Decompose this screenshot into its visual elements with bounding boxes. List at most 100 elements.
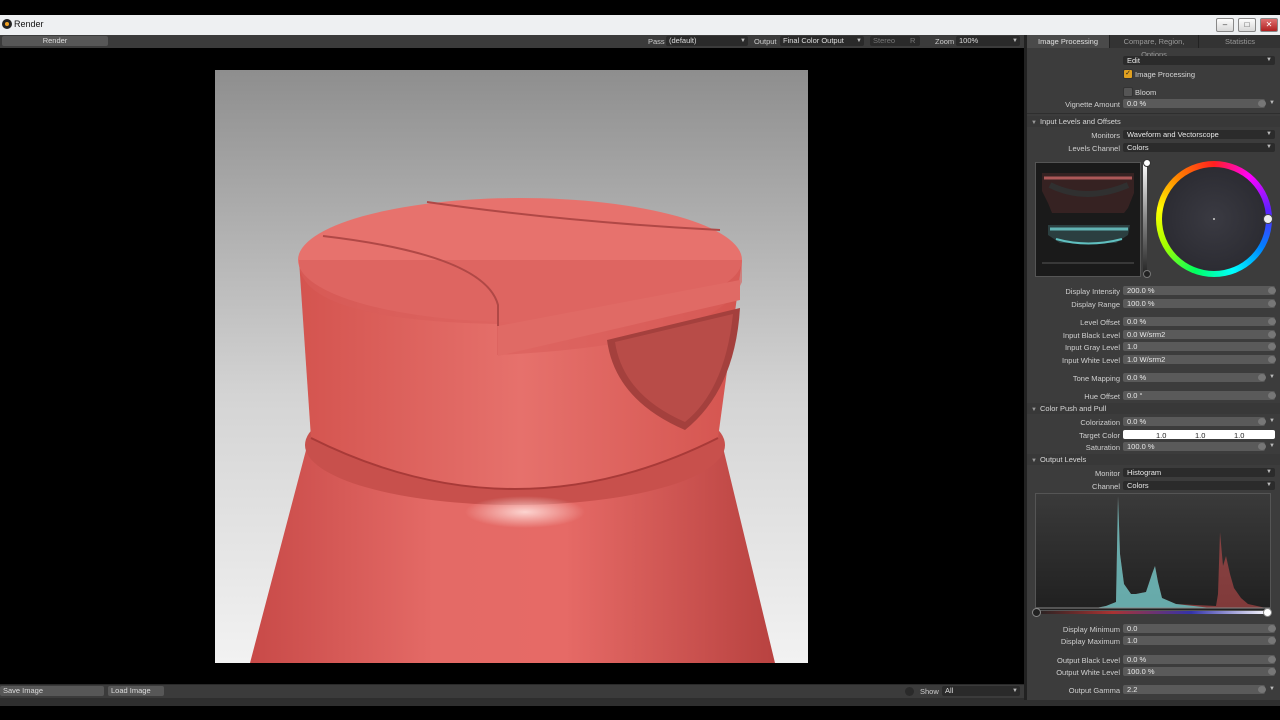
- tab-image-processing[interactable]: Image Processing: [1027, 35, 1110, 48]
- waveform-plot: [1036, 163, 1140, 276]
- colorization-field[interactable]: 0.0 %: [1123, 417, 1265, 426]
- keyframe-icon[interactable]: [1268, 668, 1276, 675]
- tone-mapping-field[interactable]: 0.0 %: [1123, 373, 1265, 382]
- display-maximum-label: Display Maximum: [1060, 637, 1120, 646]
- keyframe-icon[interactable]: [1268, 356, 1276, 363]
- maximize-button[interactable]: □: [1238, 18, 1256, 32]
- section-output-levels[interactable]: ▼ Output Levels: [1027, 454, 1280, 465]
- histogram-monitor: [1035, 493, 1271, 611]
- channel-select[interactable]: Colors ▼: [1123, 481, 1275, 490]
- keyframe-icon[interactable]: [1268, 656, 1276, 663]
- rendered-bottle-cap: [215, 70, 808, 663]
- pass-value: (default): [669, 36, 697, 45]
- keyframe-icon[interactable]: [1268, 331, 1276, 338]
- vignette-amount-field[interactable]: 0.0 %: [1123, 99, 1265, 108]
- zoom-select[interactable]: 100% ▼: [956, 36, 1020, 46]
- slider-handle-icon[interactable]: [1143, 270, 1151, 278]
- level-offset-field[interactable]: 0.0 %: [1123, 317, 1275, 326]
- input-black-level-value: 0.0 W/srm2: [1127, 330, 1166, 339]
- colorization-label: Colorization: [1080, 418, 1120, 427]
- close-button[interactable]: ✕: [1260, 18, 1278, 32]
- slider-handle-icon[interactable]: [1032, 608, 1041, 617]
- collapse-icon: ▼: [1031, 458, 1037, 464]
- input-white-level-field[interactable]: 1.0 W/srm2: [1123, 355, 1275, 364]
- levels-channel-select[interactable]: Colors ▼: [1123, 143, 1275, 152]
- chevron-down-icon[interactable]: ▼: [1268, 442, 1276, 451]
- image-processing-checkbox[interactable]: ✓: [1123, 69, 1133, 79]
- keyframe-icon[interactable]: [1268, 287, 1276, 294]
- section-color-push-pull[interactable]: ▼ Color Push and Pull: [1027, 403, 1280, 414]
- waveform-monitor: [1035, 162, 1141, 277]
- render-toolbar: Render Pass (default) ▼ Output Final Colo…: [0, 35, 1024, 49]
- keyframe-icon[interactable]: [1258, 443, 1266, 450]
- display-minimum-field[interactable]: 0.0: [1123, 624, 1275, 633]
- tab-compare-region-options[interactable]: Compare, Region, Options: [1110, 35, 1199, 59]
- slider-handle-icon[interactable]: [1263, 608, 1272, 617]
- bloom-checkbox[interactable]: [1123, 87, 1133, 97]
- chevron-down-icon[interactable]: ▼: [1268, 685, 1276, 694]
- window-title-bar: Render – □ ✕: [0, 15, 1280, 35]
- keyframe-icon[interactable]: [1258, 100, 1266, 107]
- chevron-down-icon: ▼: [1012, 38, 1018, 44]
- slider-handle-icon[interactable]: [1143, 159, 1151, 167]
- output-gamma-field[interactable]: 2.2: [1123, 685, 1265, 694]
- monitors-value: Waveform and Vectorscope: [1127, 130, 1219, 139]
- output-black-level-field[interactable]: 0.0 %: [1123, 655, 1275, 664]
- keyframe-icon[interactable]: [1258, 374, 1266, 381]
- output-white-level-field[interactable]: 100.0 %: [1123, 667, 1275, 676]
- render-button[interactable]: Render: [2, 36, 108, 46]
- saturation-value: 100.0 %: [1127, 442, 1155, 451]
- input-black-level-field[interactable]: 0.0 W/srm2: [1123, 330, 1275, 339]
- display-minimum-value: 0.0: [1127, 624, 1138, 633]
- monitors-select[interactable]: Waveform and Vectorscope ▼: [1123, 130, 1275, 139]
- chevron-down-icon[interactable]: ▼: [1268, 99, 1276, 108]
- keyframe-icon[interactable]: [1258, 686, 1266, 693]
- pass-select[interactable]: (default) ▼: [666, 36, 748, 46]
- keyframe-icon[interactable]: [1268, 637, 1276, 644]
- output-level-slider[interactable]: [1035, 611, 1269, 614]
- monitor-select[interactable]: Histogram ▼: [1123, 468, 1275, 477]
- keyframe-icon[interactable]: [1258, 418, 1266, 425]
- output-label: Output: [754, 37, 777, 46]
- saturation-field[interactable]: 100.0 %: [1123, 442, 1265, 451]
- display-range-label: Display Range: [1071, 300, 1120, 309]
- chevron-down-icon: ▼: [1012, 688, 1018, 694]
- keyframe-icon[interactable]: [1268, 343, 1276, 350]
- minimize-button[interactable]: –: [1216, 18, 1234, 32]
- keyframe-icon[interactable]: [1268, 300, 1276, 307]
- load-image-button[interactable]: Load Image: [108, 686, 164, 696]
- hue-offset-label: Hue Offset: [1084, 392, 1120, 401]
- output-select[interactable]: Final Color Output ▼: [780, 36, 864, 46]
- keyframe-icon[interactable]: [1268, 318, 1276, 325]
- hue-offset-field[interactable]: 0.0 °: [1123, 391, 1275, 400]
- save-image-button[interactable]: Save Image: [0, 686, 104, 696]
- level-offset-value: 0.0 %: [1127, 317, 1147, 326]
- display-range-field[interactable]: 100.0 %: [1123, 299, 1275, 308]
- tab-statistics[interactable]: Statistics: [1199, 35, 1280, 48]
- target-color-g: 1.0: [1195, 431, 1206, 440]
- chevron-down-icon: ▼: [1266, 144, 1272, 150]
- edit-select[interactable]: Edit ▼: [1123, 56, 1275, 65]
- section-input-levels[interactable]: ▼ Input Levels and Offsets: [1027, 116, 1280, 127]
- display-range-value: 100.0 %: [1127, 299, 1155, 308]
- channel-value: Colors: [1127, 481, 1149, 490]
- hue-handle-icon[interactable]: [1263, 214, 1273, 224]
- target-color-swatch[interactable]: 1.0 1.0 1.0: [1123, 430, 1275, 440]
- stereo-label: Stereo: [873, 36, 896, 45]
- display-intensity-value: 200.0 %: [1127, 286, 1155, 295]
- input-level-slider[interactable]: [1143, 162, 1147, 275]
- input-gray-level-field[interactable]: 1.0: [1123, 342, 1275, 351]
- vignette-amount-value: 0.0 %: [1127, 99, 1147, 108]
- image-processing-label: Image Processing: [1135, 70, 1196, 79]
- keyframe-icon[interactable]: [1268, 392, 1276, 399]
- color-wheel[interactable]: [1156, 161, 1273, 277]
- stereo-toggle[interactable]: Stereo R: [870, 36, 920, 46]
- display-maximum-field[interactable]: 1.0: [1123, 636, 1275, 645]
- keyframe-icon[interactable]: [1268, 625, 1276, 632]
- show-select[interactable]: All ▼: [942, 686, 1020, 696]
- show-toggle-icon[interactable]: [905, 687, 914, 696]
- chevron-down-icon[interactable]: ▼: [1268, 373, 1276, 382]
- chevron-down-icon[interactable]: ▼: [1268, 417, 1276, 426]
- display-intensity-field[interactable]: 200.0 %: [1123, 286, 1275, 295]
- chevron-down-icon: ▼: [1266, 57, 1272, 63]
